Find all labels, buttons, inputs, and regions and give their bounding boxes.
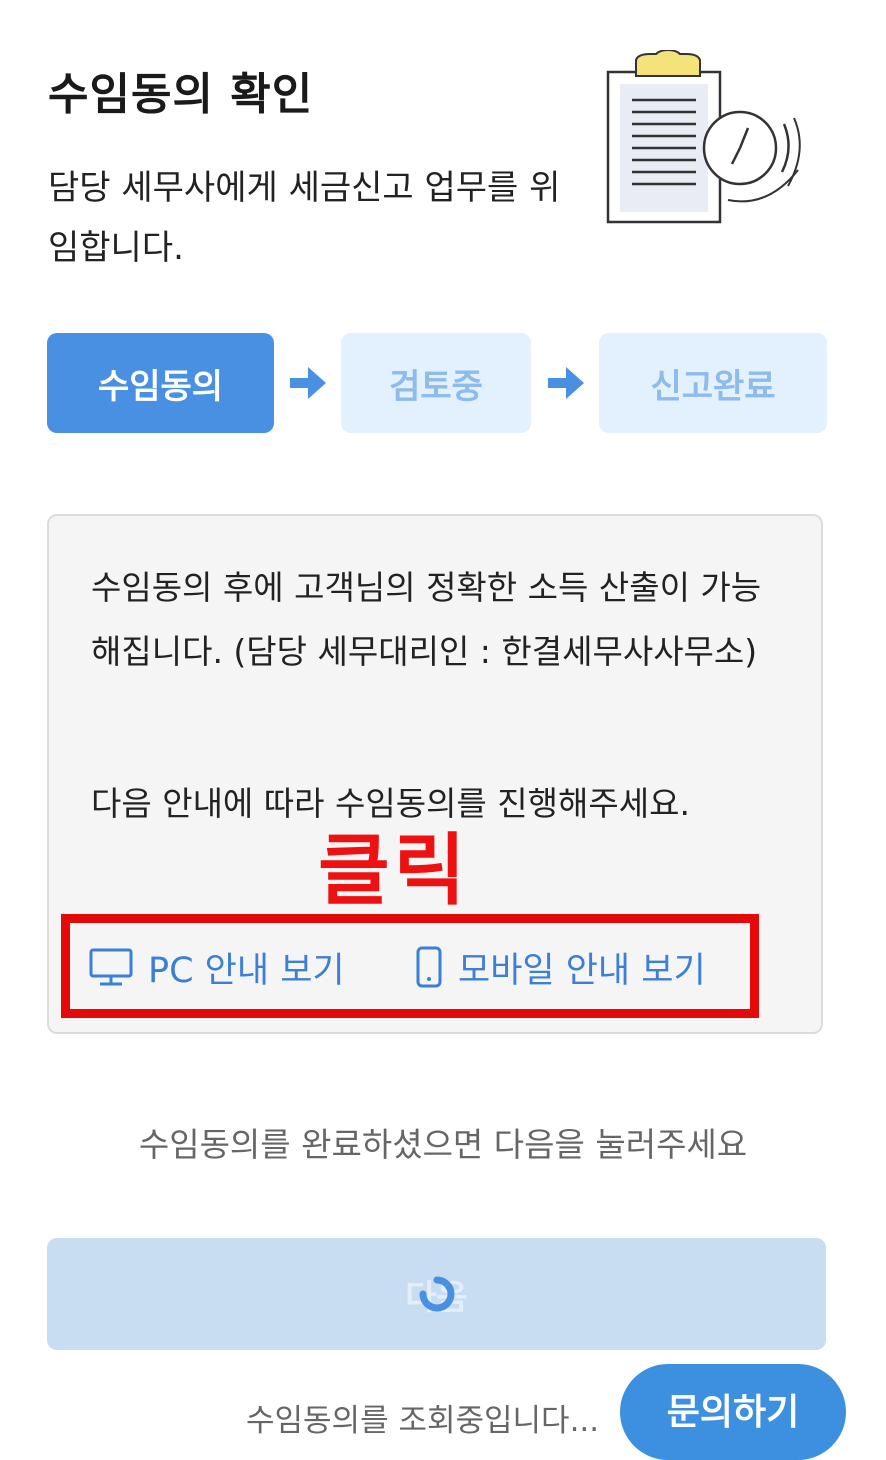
- smartphone-icon: [416, 946, 442, 988]
- mobile-guide-link[interactable]: 모바일 안내 보기: [414, 940, 706, 994]
- step-complete: 신고완료: [599, 333, 827, 433]
- info-text: 수임동의 후에 고객님의 정확한 소득 산출이 가능해집니다. (담당 세무대리…: [91, 568, 762, 671]
- progress-steps: 수임동의 검토중 신고완료: [47, 333, 827, 433]
- loading-spinner-icon: [419, 1276, 454, 1312]
- arrow-right-icon: [548, 367, 584, 399]
- pc-guide-label: PC 안내 보기: [148, 950, 345, 991]
- click-annotation: 클릭: [318, 826, 470, 916]
- mobile-guide-label: 모바일 안내 보기: [458, 950, 706, 991]
- page-title: 수임동의 확인: [48, 69, 314, 120]
- loading-status-text: 수임동의를 조회중입니다...: [246, 1403, 600, 1439]
- monitor-icon: [89, 948, 133, 986]
- clipboard-clock-icon: [606, 50, 801, 224]
- inquiry-button[interactable]: 문의하기: [620, 1364, 846, 1460]
- step-consent: 수임동의: [47, 333, 274, 433]
- hint-text: 수임동의를 완료하셨으면 다음을 눌러주세요: [138, 1125, 748, 1164]
- page-subtitle: 담당 세무사에게 세금신고 업무를 위임합니다.: [48, 168, 561, 268]
- pc-guide-link[interactable]: PC 안내 보기: [88, 940, 345, 994]
- step-review: 검토중: [341, 333, 531, 433]
- arrow-right-icon: [290, 367, 326, 399]
- next-button[interactable]: 다음: [47, 1238, 826, 1350]
